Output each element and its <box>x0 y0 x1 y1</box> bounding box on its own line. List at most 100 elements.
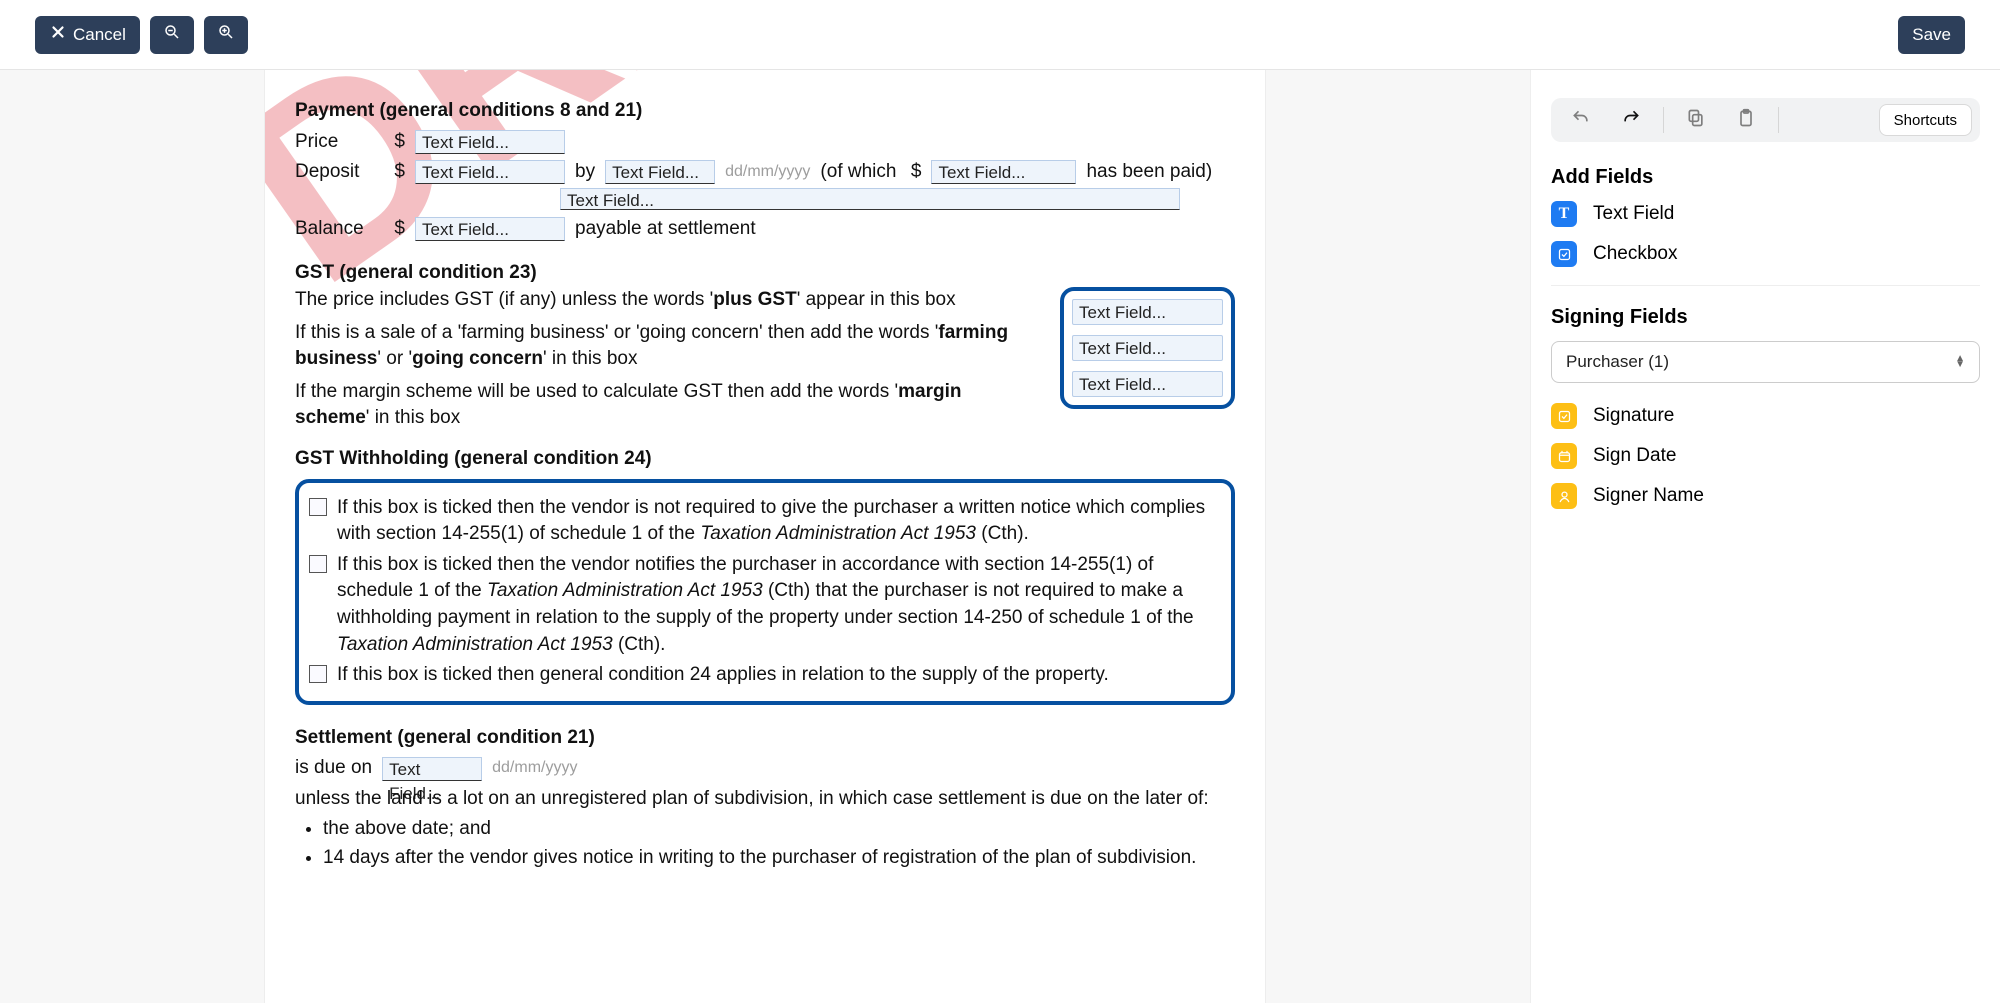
deposit-by-hint: dd/mm/yyyy <box>725 161 810 183</box>
withholding-checkbox-3[interactable] <box>309 665 327 683</box>
copy-button[interactable] <box>1674 103 1718 137</box>
document-page: DRAFT Payment (general conditions 8 and … <box>265 70 1265 1003</box>
gst-box-field-1[interactable]: Text Field... <box>1072 299 1223 325</box>
text-field-icon: T <box>1551 201 1577 227</box>
gst-box-field-3[interactable]: Text Field... <box>1072 371 1223 397</box>
gst-box: Text Field... Text Field... Text Field..… <box>1060 287 1235 409</box>
save-label: Save <box>1912 25 1951 45</box>
redo-icon <box>1621 108 1641 133</box>
payable-label: payable at settlement <box>575 216 756 243</box>
withholding-box: If this box is ticked then the vendor is… <box>295 479 1235 705</box>
withholding-checkbox-1[interactable] <box>309 498 327 516</box>
add-sign-date[interactable]: Sign Date <box>1551 443 1980 469</box>
settlement-bullet-1: the above date; and <box>323 816 1235 843</box>
add-checkbox[interactable]: Checkbox <box>1551 241 1980 267</box>
gst-box-field-2[interactable]: Text Field... <box>1072 335 1223 361</box>
add-signature[interactable]: Signature <box>1551 403 1980 429</box>
withholding-item-2: If this box is ticked then the vendor no… <box>309 552 1221 658</box>
dollar-sign: $ <box>906 159 921 186</box>
person-icon <box>1551 483 1577 509</box>
signing-fields-list: Signature Sign Date Signer Name <box>1551 403 1980 509</box>
signature-icon <box>1551 403 1577 429</box>
signer-name-label: Signer Name <box>1593 485 1704 507</box>
shortcuts-button[interactable]: Shortcuts <box>1879 104 1972 136</box>
deposit-label: Deposit <box>295 159 380 186</box>
settlement-heading: Settlement (general condition 21) <box>295 725 1235 752</box>
toolbar-separator <box>1778 107 1779 133</box>
toolbar-separator <box>1663 107 1664 133</box>
paste-button[interactable] <box>1724 103 1768 137</box>
copy-icon <box>1686 108 1706 133</box>
settlement-date-hint: dd/mm/yyyy <box>492 757 577 779</box>
by-label: by <box>575 159 595 186</box>
deposit-long-field[interactable]: Text Field... <box>560 188 1180 210</box>
undo-icon <box>1571 108 1591 133</box>
signature-label: Signature <box>1593 405 1674 427</box>
deposit-row: Deposit $ Text Field... by Text Field...… <box>295 159 1235 186</box>
gst-line3: If the margin scheme will be used to cal… <box>295 379 1040 432</box>
price-field[interactable]: Text Field... <box>415 130 565 154</box>
zoom-in-button[interactable] <box>204 16 248 54</box>
zoom-in-icon <box>217 23 235 46</box>
gst-text: The price includes GST (if any) unless t… <box>295 287 1040 432</box>
document-scroll[interactable]: DRAFT Payment (general conditions 8 and … <box>0 70 1530 1003</box>
withholding-text-2: If this box is ticked then the vendor no… <box>337 552 1221 658</box>
gst-section: The price includes GST (if any) unless t… <box>295 287 1235 432</box>
balance-row: Balance $ Text Field... payable at settl… <box>295 216 1235 243</box>
withholding-item-1: If this box is ticked then the vendor is… <box>309 495 1221 548</box>
calendar-icon <box>1551 443 1577 469</box>
withholding-text-3: If this box is ticked then general condi… <box>337 662 1109 689</box>
toolbar-left: Cancel <box>35 16 248 54</box>
sidebar: Shortcuts Add Fields T Text Field Checkb… <box>1530 70 2000 1003</box>
due-on-label: is due on <box>295 755 372 782</box>
deposit-by-field[interactable]: Text Field... <box>605 160 715 184</box>
cancel-label: Cancel <box>73 25 126 45</box>
deposit-field[interactable]: Text Field... <box>415 160 565 184</box>
paid-field[interactable]: Text Field... <box>931 160 1076 184</box>
gst-line1: The price includes GST (if any) unless t… <box>295 287 1040 314</box>
withholding-item-3: If this box is ticked then general condi… <box>309 662 1221 689</box>
save-button[interactable]: Save <box>1898 16 1965 54</box>
add-signer-name[interactable]: Signer Name <box>1551 483 1980 509</box>
zoom-out-icon <box>163 23 181 46</box>
deposit-long-row: Text Field... <box>560 188 1235 210</box>
signer-select[interactable]: Purchaser (1) ▲▼ <box>1551 341 1980 383</box>
close-icon <box>49 23 67 46</box>
sidebar-toolbar: Shortcuts <box>1551 98 1980 142</box>
workspace: DRAFT Payment (general conditions 8 and … <box>0 70 2000 1003</box>
zoom-out-button[interactable] <box>150 16 194 54</box>
balance-field[interactable]: Text Field... <box>415 217 565 241</box>
chevron-updown-icon: ▲▼ <box>1955 356 1965 368</box>
add-fields-heading: Add Fields <box>1551 166 1980 189</box>
sign-date-label: Sign Date <box>1593 445 1676 467</box>
add-fields-list: T Text Field Checkbox <box>1551 201 1980 267</box>
checkbox-icon <box>1551 241 1577 267</box>
price-label: Price <box>295 129 380 156</box>
settlement-date-field[interactable]: Text Field... <box>382 757 482 781</box>
withholding-text-1: If this box is ticked then the vendor is… <box>337 495 1221 548</box>
gst-heading: GST (general condition 23) <box>295 260 1235 287</box>
dollar-sign: $ <box>390 129 405 156</box>
top-toolbar: Cancel Save <box>0 0 2000 70</box>
add-text-field[interactable]: T Text Field <box>1551 201 1980 227</box>
cancel-button[interactable]: Cancel <box>35 16 140 54</box>
dollar-sign: $ <box>390 159 405 186</box>
add-text-field-label: Text Field <box>1593 203 1674 225</box>
settlement-bullet-2: 14 days after the vendor gives notice in… <box>323 845 1235 872</box>
undo-button[interactable] <box>1559 103 1603 137</box>
paid-tail-label: has been paid) <box>1086 159 1212 186</box>
of-which-label: (of which <box>820 159 896 186</box>
settlement-bullets: the above date; and 14 days after the ve… <box>323 816 1235 871</box>
sidebar-divider <box>1551 285 1980 286</box>
toolbar-right: Save <box>1898 16 1965 54</box>
balance-label: Balance <box>295 216 380 243</box>
withholding-heading: GST Withholding (general condition 24) <box>295 446 1235 473</box>
price-row: Price $ Text Field... <box>295 129 1235 156</box>
settlement-unless: unless the land is a lot on an unregiste… <box>295 786 1235 813</box>
redo-button[interactable] <box>1609 103 1653 137</box>
payment-heading: Payment (general conditions 8 and 21) <box>295 98 1235 125</box>
withholding-checkbox-2[interactable] <box>309 555 327 573</box>
signing-fields-heading: Signing Fields <box>1551 306 1980 329</box>
gst-line2: If this is a sale of a 'farming business… <box>295 320 1040 373</box>
add-checkbox-label: Checkbox <box>1593 243 1678 265</box>
